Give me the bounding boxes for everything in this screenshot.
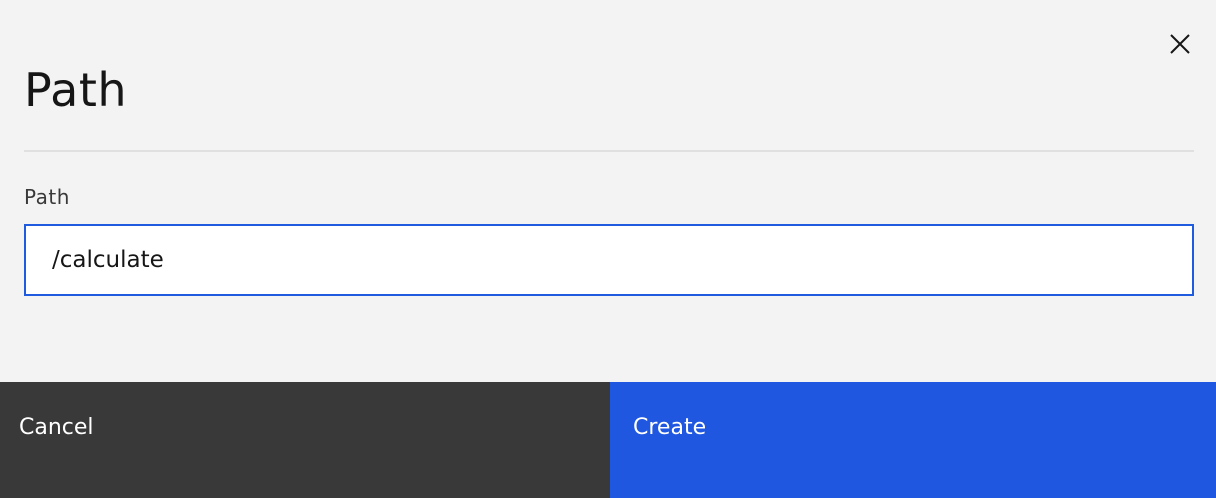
modal-title: Path [24, 63, 128, 117]
path-input[interactable] [24, 224, 1194, 296]
path-field-label: Path [24, 185, 70, 209]
path-modal: Path Path Cancel Create [0, 0, 1216, 498]
modal-footer: Cancel Create [0, 382, 1216, 498]
header-divider [24, 150, 1194, 152]
create-button[interactable]: Create [610, 382, 1216, 498]
close-icon [1169, 33, 1191, 55]
close-button[interactable] [1162, 26, 1198, 62]
cancel-button[interactable]: Cancel [0, 382, 610, 498]
